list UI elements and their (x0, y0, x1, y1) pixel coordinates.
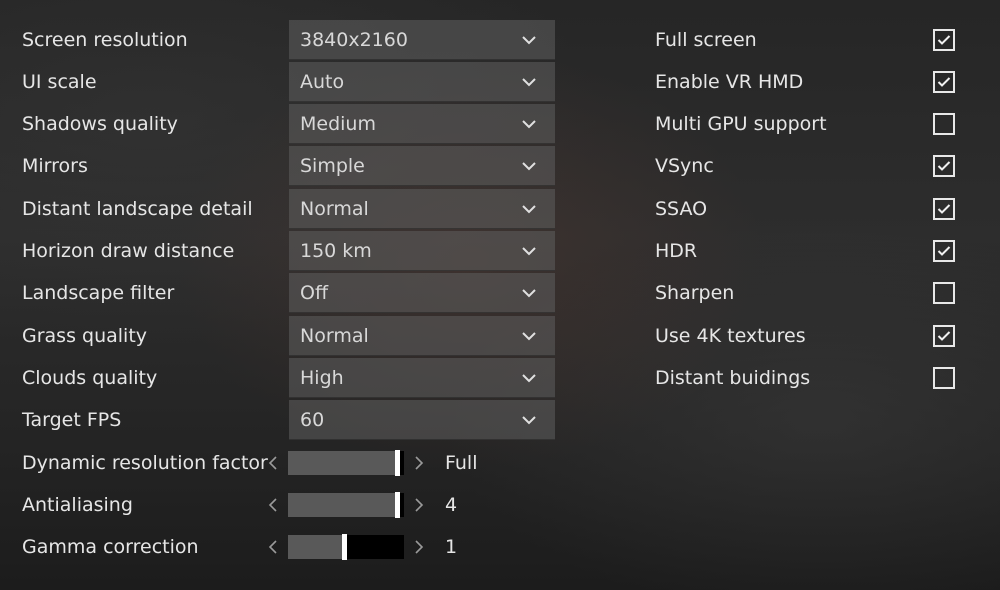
setting-label: Use 4K textures (655, 325, 806, 347)
slider-row: Antialiasing 4 (0, 484, 600, 526)
slider-handle[interactable] (395, 450, 400, 476)
setting-label: SSAO (655, 198, 708, 220)
slider-row: Dynamic resolution factor Full (0, 442, 600, 484)
setting-label: Gamma correction (22, 536, 199, 558)
checkmark-icon (937, 161, 951, 171)
slider-value: 4 (445, 494, 458, 516)
vr-hmd-checkbox[interactable] (933, 71, 955, 93)
checkbox-row: Distant buidings (0, 357, 1000, 399)
slider-fill (288, 535, 344, 559)
checkbox-row: SSAO (0, 188, 1000, 230)
checkmark-icon (937, 204, 951, 214)
setting-label: VSync (655, 155, 714, 177)
multi-gpu-checkbox[interactable] (933, 113, 955, 135)
checkmark-icon (937, 246, 951, 256)
setting-label: Full screen (655, 29, 757, 51)
vsync-checkbox[interactable] (933, 155, 955, 177)
slider-value: Full (445, 452, 478, 474)
dynamic-resolution-slider[interactable] (288, 450, 404, 476)
slider-value: 1 (445, 536, 458, 558)
target-fps-dropdown[interactable]: 60 (289, 400, 555, 440)
setting-label: Enable VR HMD (655, 71, 804, 93)
distant-buildings-checkbox[interactable] (933, 367, 955, 389)
antialiasing-slider[interactable] (288, 492, 404, 518)
setting-label: Sharpen (655, 282, 735, 304)
slider-fill (288, 493, 399, 517)
checkbox-row: VSync (0, 145, 1000, 187)
setting-label: Distant buidings (655, 367, 811, 389)
checkbox-row: Full screen (0, 19, 1000, 61)
checkmark-icon (937, 331, 951, 341)
slider-handle[interactable] (342, 534, 347, 560)
checkmark-icon (937, 35, 951, 45)
slider-fill (288, 451, 399, 475)
4k-textures-checkbox[interactable] (933, 325, 955, 347)
setting-label: Multi GPU support (655, 113, 827, 135)
setting-label: Antialiasing (22, 494, 133, 516)
chevron-left-icon[interactable] (262, 533, 284, 561)
checkbox-row: HDR (0, 230, 1000, 272)
chevron-right-icon[interactable] (408, 491, 430, 519)
checkbox-row: Multi GPU support (0, 103, 1000, 145)
slider-handle[interactable] (395, 492, 400, 518)
sharpen-checkbox[interactable] (933, 282, 955, 304)
ssao-checkbox[interactable] (933, 198, 955, 220)
chevron-down-icon (515, 406, 543, 434)
checkbox-row: Use 4K textures (0, 315, 1000, 357)
slider-row: Gamma correction 1 (0, 526, 600, 568)
chevron-left-icon[interactable] (262, 449, 284, 477)
checkmark-icon (937, 77, 951, 87)
setting-label: HDR (655, 240, 698, 262)
full-screen-checkbox[interactable] (933, 29, 955, 51)
dropdown-value: 60 (300, 408, 325, 431)
setting-label: Dynamic resolution factor (22, 452, 268, 474)
gamma-correction-slider[interactable] (288, 534, 404, 560)
chevron-right-icon[interactable] (408, 449, 430, 477)
chevron-left-icon[interactable] (262, 491, 284, 519)
checkbox-row: Sharpen (0, 272, 1000, 314)
setting-label: Target FPS (22, 409, 122, 431)
dropdown-row: Target FPS 60 (0, 399, 600, 441)
hdr-checkbox[interactable] (933, 240, 955, 262)
chevron-right-icon[interactable] (408, 533, 430, 561)
checkbox-row: Enable VR HMD (0, 61, 1000, 103)
